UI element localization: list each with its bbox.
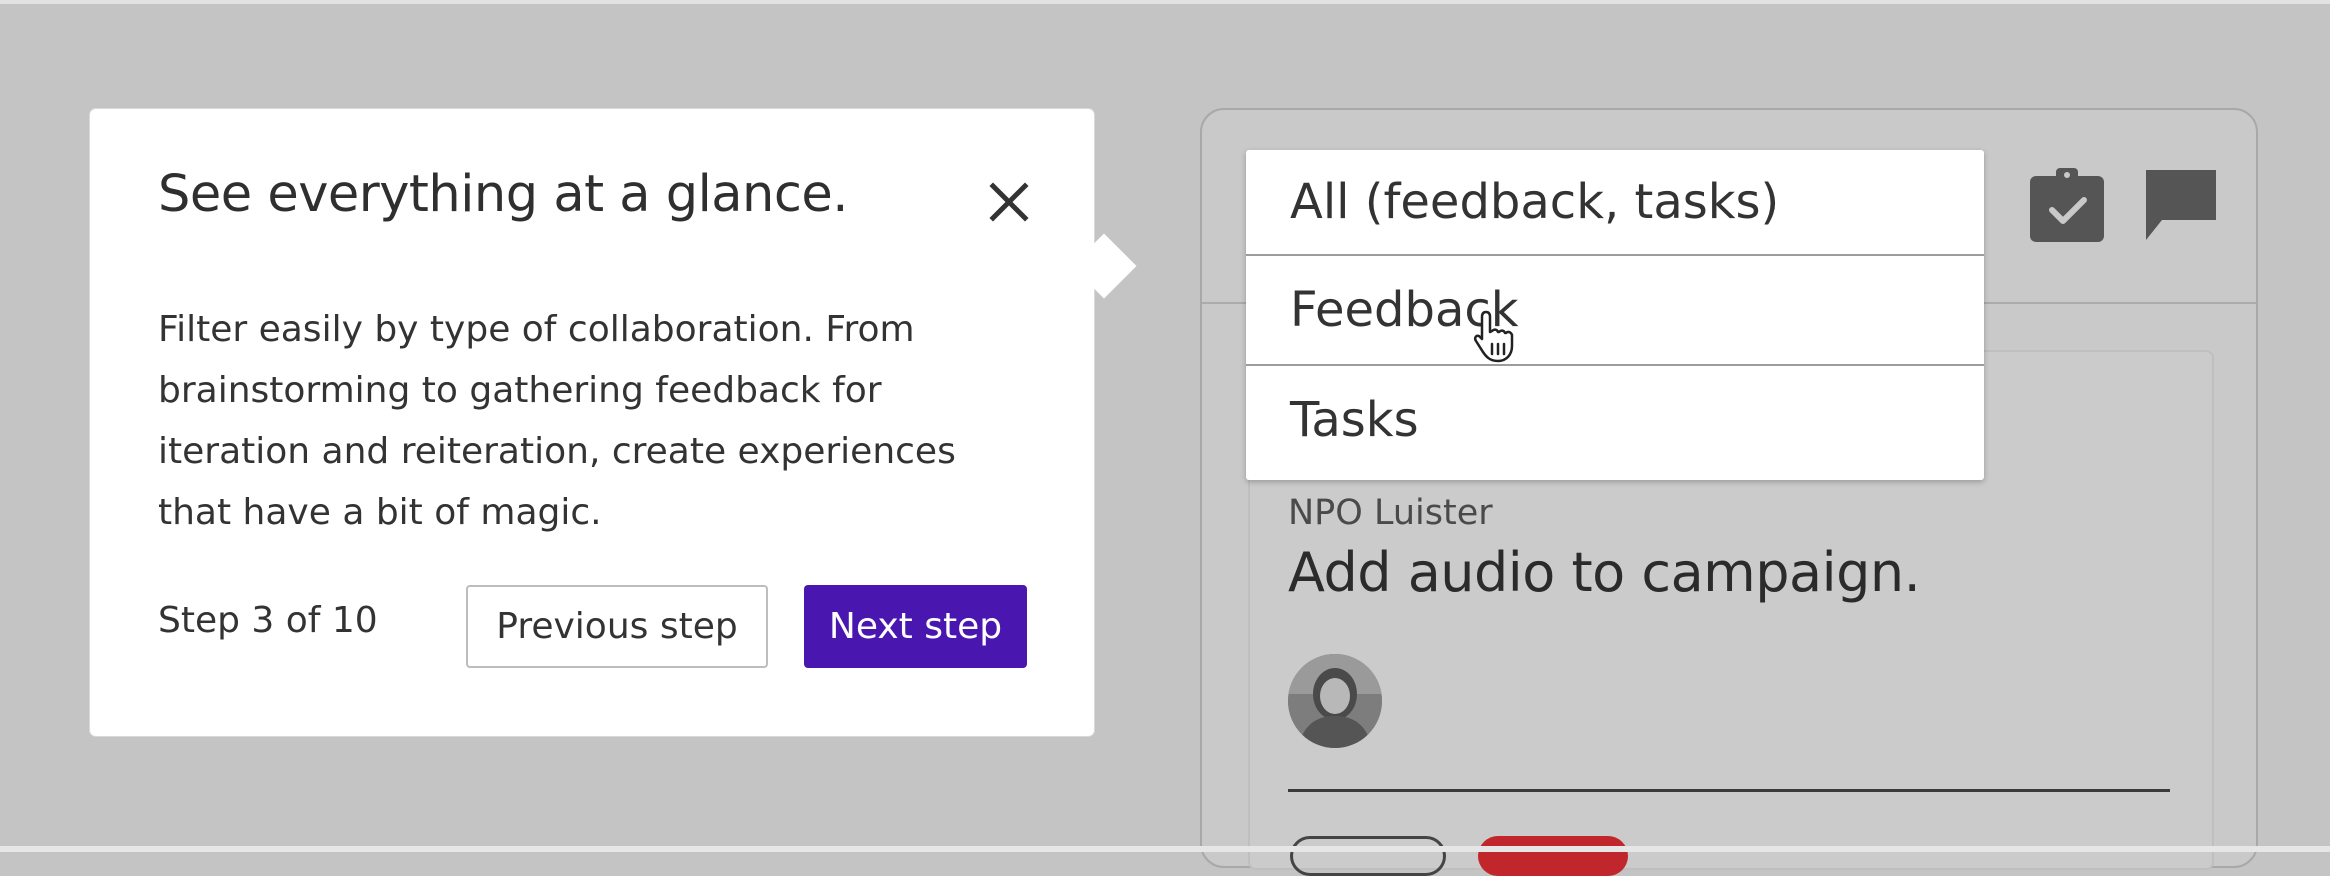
step-counter: Step 3 of 10 <box>158 600 378 641</box>
filter-option-feedback[interactable]: Feedback <box>1246 256 1984 364</box>
top-border <box>0 0 2330 4</box>
tour-description: Filter easily by type of collaboration. … <box>158 309 956 533</box>
filter-option-all[interactable]: All (feedback, tasks) <box>1246 150 1984 254</box>
filter-dropdown: All (feedback, tasks) Feedback Tasks <box>1246 150 1984 480</box>
card-title: Add audio to campaign. <box>1288 541 1921 604</box>
status-tag-red <box>1478 836 1628 876</box>
card-organization: NPO Luister <box>1288 493 1493 533</box>
previous-step-button[interactable]: Previous step <box>466 585 768 668</box>
close-icon <box>989 182 1029 222</box>
avatar[interactable] <box>1288 654 1382 748</box>
task-clipboard-icon[interactable] <box>2030 166 2104 242</box>
tour-title: See everything at a glance. <box>158 165 849 224</box>
chat-bubble-icon[interactable] <box>2144 168 2218 242</box>
card-divider <box>1288 789 2170 792</box>
close-button[interactable] <box>985 178 1033 226</box>
status-tag-outline <box>1290 836 1446 876</box>
person-avatar-icon <box>1288 654 1382 748</box>
bottom-border <box>0 846 2330 852</box>
filter-option-tasks[interactable]: Tasks <box>1246 366 1984 474</box>
next-step-button[interactable]: Next step <box>804 585 1027 668</box>
pointer-hand-cursor-icon <box>1473 310 1514 363</box>
